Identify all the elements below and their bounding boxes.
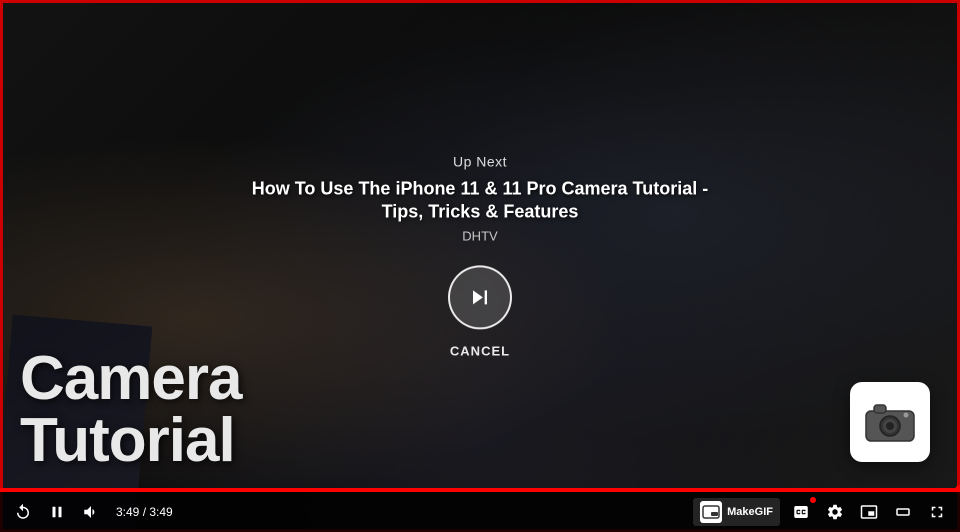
cc-notification-dot <box>810 497 816 503</box>
settings-icon <box>826 503 844 521</box>
theater-mode-button[interactable] <box>890 499 916 525</box>
play-next-button[interactable] <box>448 265 512 329</box>
theater-icon <box>894 503 912 521</box>
miniplayer-icon <box>860 503 878 521</box>
camera-icon-badge <box>850 382 930 462</box>
up-next-channel: DHTV <box>240 228 720 243</box>
replay-icon <box>14 503 32 521</box>
skip-next-icon <box>466 283 494 311</box>
volume-icon <box>82 503 100 521</box>
replay-button[interactable] <box>10 499 36 525</box>
title-line-2: Tutorial <box>20 410 241 472</box>
up-next-title: How To Use The iPhone 11 & 11 Pro Camera… <box>240 177 720 224</box>
fullscreen-icon <box>928 503 946 521</box>
play-icon <box>48 503 66 521</box>
makegif-svg <box>702 505 720 519</box>
cancel-button[interactable]: CANCEL <box>240 343 720 358</box>
settings-button[interactable] <box>822 499 848 525</box>
video-title-overlay: Camera Tutorial <box>20 348 241 472</box>
volume-button[interactable] <box>78 499 104 525</box>
fullscreen-button[interactable] <box>924 499 950 525</box>
up-next-label: Up Next <box>240 153 720 169</box>
time-display: 3:49 / 3:49 <box>116 505 173 519</box>
miniplayer-button[interactable] <box>856 499 882 525</box>
makegif-logo <box>700 501 722 523</box>
play-pause-button[interactable] <box>44 499 70 525</box>
makegif-badge[interactable]: MakeGIF <box>693 498 780 526</box>
cc-button[interactable] <box>788 499 814 525</box>
camera-svg-icon <box>864 401 916 443</box>
makegif-label: MakeGIF <box>727 506 773 518</box>
video-player: Camera Tutorial Up Next How To Use The i… <box>0 0 960 532</box>
cc-icon <box>792 503 810 521</box>
title-line-1: Camera <box>20 348 241 410</box>
cc-wrapper <box>788 499 814 525</box>
up-next-panel: Up Next How To Use The iPhone 11 & 11 Pr… <box>240 153 720 358</box>
control-bar: 3:49 / 3:49 MakeGIF <box>0 492 960 532</box>
